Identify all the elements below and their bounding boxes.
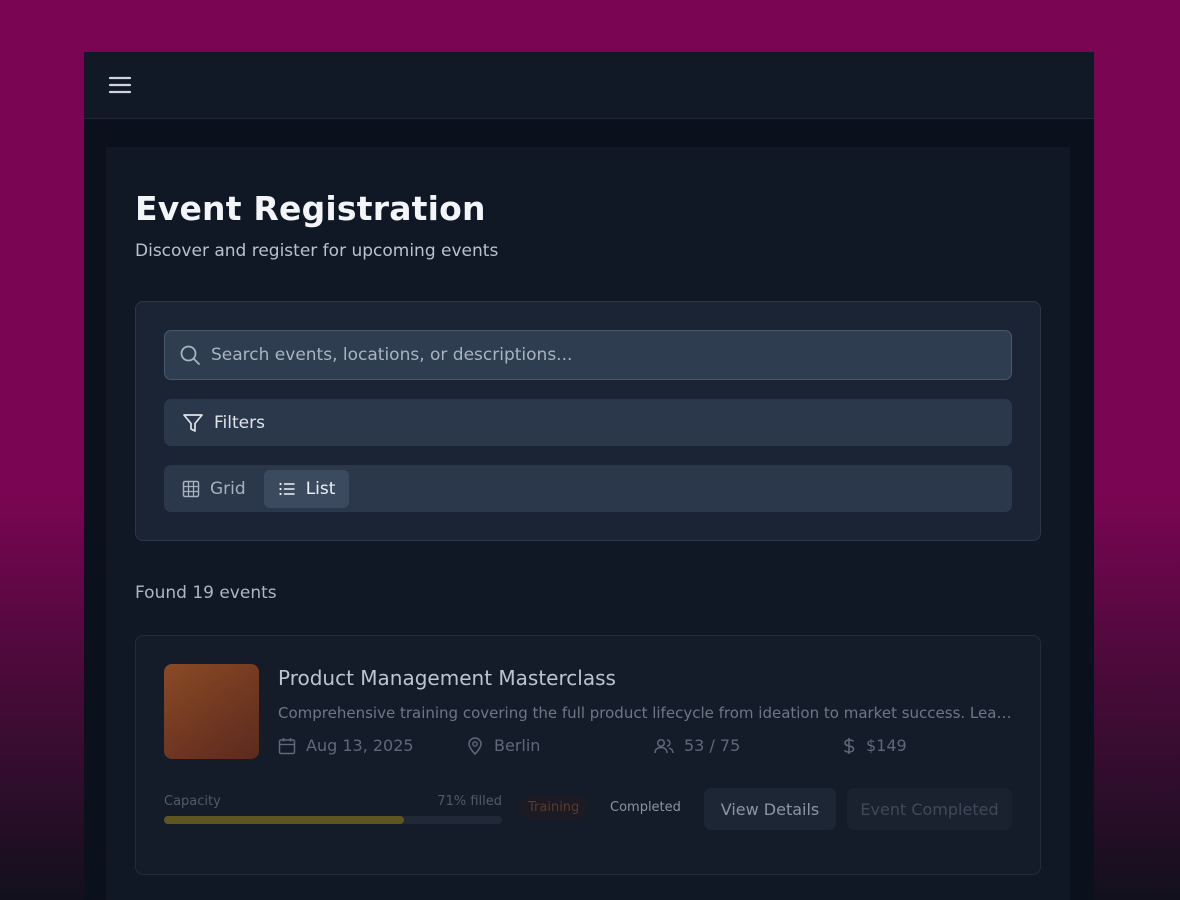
event-location-text: Berlin [494, 736, 541, 755]
grid-view-button[interactable]: Grid [168, 470, 260, 508]
event-attendees-text: 53 / 75 [684, 736, 741, 755]
event-card-body: Product Management Masterclass Comprehen… [278, 666, 1012, 755]
filter-icon [182, 412, 204, 434]
event-date: Aug 13, 2025 [278, 736, 466, 755]
event-title: Product Management Masterclass [278, 666, 616, 690]
hamburger-icon[interactable] [108, 73, 132, 97]
event-location: Berlin [466, 736, 654, 755]
filters-button[interactable]: Filters [164, 399, 1012, 446]
users-icon [654, 737, 674, 755]
app-window: Event Registration Discover and register… [84, 52, 1094, 900]
capacity-bar [164, 816, 502, 824]
calendar-icon [278, 737, 296, 755]
search-placeholder: Search events, locations, or description… [211, 345, 573, 365]
grid-icon [182, 480, 200, 498]
event-price-text: $149 [866, 736, 907, 755]
filters-label: Filters [214, 412, 265, 433]
view-details-button[interactable]: View Details [704, 788, 836, 830]
search-input[interactable]: Search events, locations, or description… [164, 330, 1012, 380]
capacity-label: Capacity [164, 794, 221, 809]
event-date-text: Aug 13, 2025 [306, 736, 414, 755]
view-toggle: Grid List [164, 465, 1012, 512]
status-badge: Completed [610, 800, 681, 815]
capacity-bar-fill [164, 816, 404, 824]
main-content: Event Registration Discover and register… [106, 147, 1070, 900]
event-card-footer: Capacity 71% filled Training Completed V… [164, 788, 1012, 830]
top-bar [84, 52, 1094, 119]
list-icon [278, 480, 296, 498]
capacity-labels: Capacity 71% filled [164, 794, 502, 809]
list-view-label: List [305, 478, 336, 499]
event-price: $149 [842, 736, 907, 755]
search-icon [179, 344, 201, 366]
grid-view-label: Grid [210, 478, 246, 499]
search-controls-panel: Search events, locations, or description… [135, 301, 1041, 541]
event-description: Comprehensive training covering the full… [278, 704, 1012, 722]
dollar-icon [842, 737, 856, 755]
results-count: Found 19 events [135, 583, 277, 603]
map-pin-icon [466, 736, 484, 755]
event-completed-button[interactable]: Event Completed [847, 788, 1012, 830]
event-meta: Aug 13, 2025 Berlin 53 / 75 $149 [278, 736, 1012, 755]
event-thumbnail [164, 664, 259, 759]
event-card[interactable]: Product Management Masterclass Comprehen… [135, 635, 1041, 875]
page-title: Event Registration [135, 189, 486, 228]
capacity-filled-text: 71% filled [437, 794, 502, 809]
page-subtitle: Discover and register for upcoming event… [135, 241, 499, 261]
category-badge: Training [520, 796, 588, 819]
event-attendees: 53 / 75 [654, 736, 842, 755]
list-view-button[interactable]: List [263, 469, 350, 508]
